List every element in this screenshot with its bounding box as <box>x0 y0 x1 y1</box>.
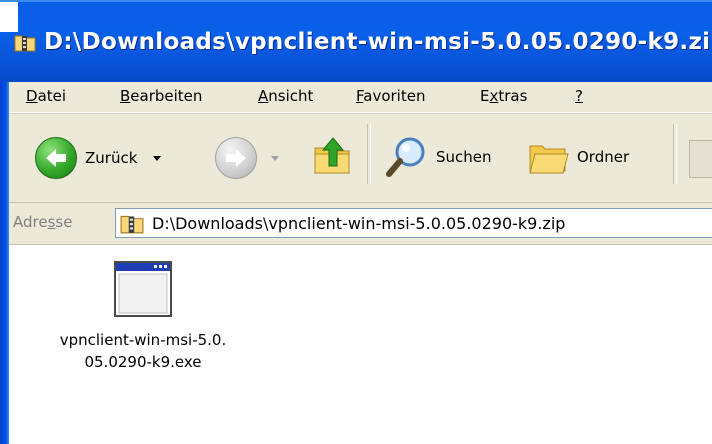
toolbar: Zurück Suchen Ordner <box>9 113 712 203</box>
menu-ansicht-label: nsicht <box>268 87 314 105</box>
file-name-line1: vpnclient-win-msi-5.0. <box>59 331 227 349</box>
address-label-pre: Adre <box>13 213 48 231</box>
title-bar[interactable]: D:\Downloads\vpnclient-win-msi-5.0.05.02… <box>0 0 712 82</box>
forward-arrow-icon <box>215 137 257 179</box>
forward-button[interactable] <box>215 137 279 179</box>
address-label: Adresse <box>13 213 72 231</box>
title-bar-corner <box>0 2 18 32</box>
menu-help[interactable]: ? <box>575 86 583 106</box>
menu-favoriten[interactable]: Favoriten <box>356 86 425 106</box>
menu-bearbeiten[interactable]: Bearbeiten <box>120 86 202 106</box>
search-label: Suchen <box>436 148 492 166</box>
menu-bearbeiten-label: earbeiten <box>130 87 203 105</box>
address-label-rest: se <box>55 213 73 231</box>
address-bar: Adresse D:\Downloads\vpnclient-win-msi-5… <box>9 203 712 245</box>
toolbar-separator <box>367 124 371 184</box>
address-input[interactable]: D:\Downloads\vpnclient-win-msi-5.0.05.02… <box>115 208 712 238</box>
file-name: vpnclient-win-msi-5.0. 05.0290-k9.exe <box>23 329 263 373</box>
file-item[interactable]: vpnclient-win-msi-5.0. 05.0290-k9.exe <box>23 261 263 373</box>
menu-ansicht-accel: A <box>258 87 269 105</box>
menu-bar: Datei Bearbeiten Ansicht Favoriten Extra… <box>9 82 712 113</box>
views-icon[interactable] <box>689 140 712 178</box>
back-button[interactable]: Zurück <box>35 137 162 179</box>
menu-extras[interactable]: Extras <box>480 86 527 106</box>
file-name-line2: 05.0290-k9.exe <box>84 353 202 371</box>
application-window-icon <box>114 261 172 317</box>
back-label: Zurück <box>85 149 138 167</box>
search-button[interactable]: Suchen <box>384 134 492 180</box>
menu-help-accel: ? <box>575 87 583 105</box>
search-icon <box>386 137 425 177</box>
menu-datei-accel: D <box>26 87 38 105</box>
forward-dropdown-icon[interactable] <box>271 155 279 161</box>
folders-label: Ordner <box>577 148 630 166</box>
menu-bearbeiten-accel: B <box>120 87 131 105</box>
folders-icon <box>529 145 569 174</box>
toolbar-separator <box>673 124 677 184</box>
menu-datei[interactable]: Datei <box>26 86 66 106</box>
zip-folder-icon <box>14 35 36 52</box>
folders-button[interactable]: Ordner <box>527 134 629 180</box>
menu-extras-label: tras <box>498 87 528 105</box>
folder-up-icon <box>314 137 350 174</box>
menu-favoriten-label: avoriten <box>363 87 426 105</box>
folder-up-button[interactable] <box>311 134 357 180</box>
zip-folder-icon <box>120 215 144 234</box>
back-arrow-icon <box>35 137 77 179</box>
back-dropdown-icon[interactable] <box>153 155 162 161</box>
address-value: D:\Downloads\vpnclient-win-msi-5.0.05.02… <box>152 213 566 233</box>
window-title: D:\Downloads\vpnclient-win-msi-5.0.05.02… <box>44 29 712 55</box>
menu-ansicht[interactable]: Ansicht <box>258 86 313 106</box>
file-view[interactable]: vpnclient-win-msi-5.0. 05.0290-k9.exe <box>9 245 712 444</box>
menu-datei-label: atei <box>37 87 67 105</box>
